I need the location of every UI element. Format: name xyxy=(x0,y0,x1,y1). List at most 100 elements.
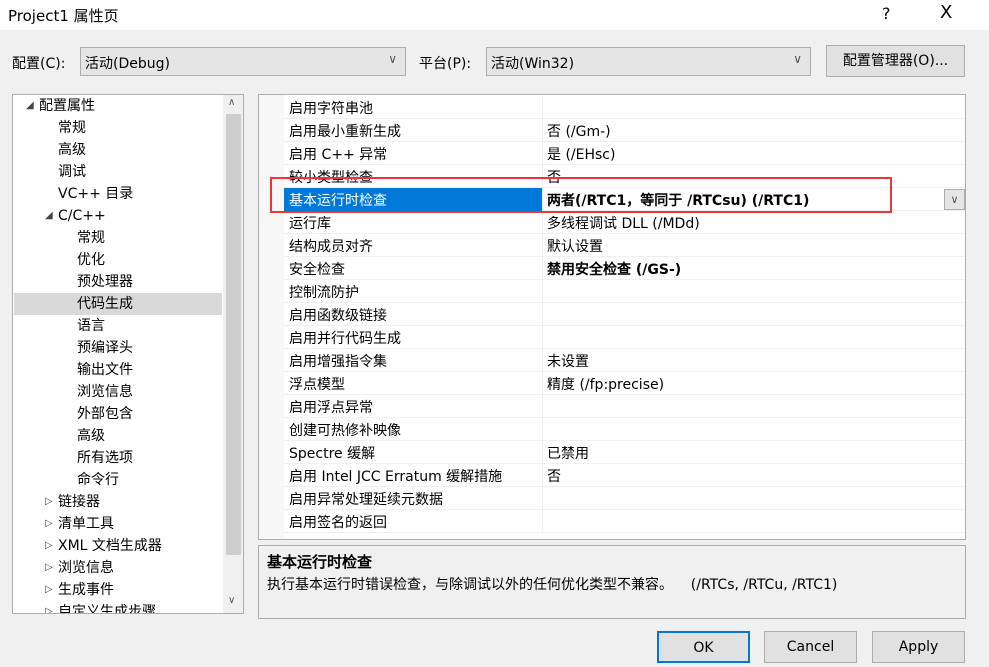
property-name: 启用异常处理延续元数据 xyxy=(289,492,443,508)
property-name: 启用函数级链接 xyxy=(289,308,387,324)
tree-item-label: 调试 xyxy=(58,164,86,180)
property-row[interactable]: 启用字符串池 xyxy=(284,96,965,119)
property-row[interactable]: 结构成员对齐 默认设置 xyxy=(284,234,965,257)
help-button[interactable]: ? xyxy=(882,4,891,23)
property-row[interactable]: 启用函数级链接 xyxy=(284,303,965,326)
collapsed-arrow-icon[interactable]: ▷ xyxy=(45,601,53,613)
property-row[interactable]: 启用异常处理延续元数据 xyxy=(284,487,965,510)
tree-item-label: 外部包含 xyxy=(77,406,133,422)
close-button[interactable]: X xyxy=(940,2,952,23)
chevron-down-icon[interactable]: ∨ xyxy=(944,189,965,210)
column-divider xyxy=(542,257,543,280)
tree-item[interactable]: ◢ 配置属性 xyxy=(14,95,222,117)
property-name: 启用签名的返回 xyxy=(289,515,387,531)
column-divider xyxy=(542,418,543,441)
tree-item[interactable]: 代码生成 xyxy=(14,293,222,315)
property-row[interactable]: 启用 C++ 异常 是 (/EHsc) xyxy=(284,142,965,165)
column-divider xyxy=(542,510,543,533)
property-row[interactable]: 安全检查 禁用安全检查 (/GS-) xyxy=(284,257,965,280)
platform-label: 平台(P): xyxy=(419,56,472,72)
property-name: 安全检查 xyxy=(289,262,345,278)
property-row[interactable]: 启用并行代码生成 xyxy=(284,326,965,349)
property-row[interactable]: 运行库 多线程调试 DLL (/MDd) xyxy=(284,211,965,234)
tree-item-label: XML 文档生成器 xyxy=(58,538,162,554)
config-dropdown[interactable]: 活动(Debug) ∨ xyxy=(80,47,406,76)
tree-item[interactable]: 浏览信息 xyxy=(14,381,222,403)
apply-button[interactable]: Apply xyxy=(872,631,965,663)
tree-item[interactable]: 语言 xyxy=(14,315,222,337)
tree-item[interactable]: 预编译头 xyxy=(14,337,222,359)
platform-value: 活动(Win32) xyxy=(491,56,575,72)
collapsed-arrow-icon[interactable]: ▷ xyxy=(45,557,53,579)
tree-item[interactable]: 所有选项 xyxy=(14,447,222,469)
scroll-up-icon[interactable]: ∧ xyxy=(228,97,235,108)
property-name: 启用浮点异常 xyxy=(289,400,373,416)
tree-item[interactable]: 预处理器 xyxy=(14,271,222,293)
tree-item-label: 命令行 xyxy=(77,472,119,488)
collapsed-arrow-icon[interactable]: ▷ xyxy=(45,491,53,513)
property-row[interactable]: 控制流防护 xyxy=(284,280,965,303)
tree-item[interactable]: 常规 xyxy=(14,227,222,249)
chevron-down-icon: ∨ xyxy=(793,52,802,66)
tree-item[interactable]: 优化 xyxy=(14,249,222,271)
property-row[interactable]: 启用 Intel JCC Erratum 缓解措施 否 xyxy=(284,464,965,487)
config-value: 活动(Debug) xyxy=(85,56,170,72)
property-value: 已禁用 xyxy=(547,446,589,462)
config-manager-button[interactable]: 配置管理器(O)... xyxy=(826,45,965,77)
tree-item[interactable]: ▷ 链接器 xyxy=(14,491,222,513)
tree-item-label: 生成事件 xyxy=(58,582,114,598)
scroll-down-icon[interactable]: ∨ xyxy=(228,595,235,606)
tree-item[interactable]: ▷ 自定义生成步骤 xyxy=(14,601,222,613)
property-name: 启用字符串池 xyxy=(289,101,373,117)
property-row[interactable]: 创建可热修补映像 xyxy=(284,418,965,441)
tree-item[interactable]: ▷ 清单工具 xyxy=(14,513,222,535)
platform-dropdown[interactable]: 活动(Win32) ∨ xyxy=(486,47,811,76)
property-row[interactable]: 浮点模型 精度 (/fp:precise) xyxy=(284,372,965,395)
tree-item[interactable]: 命令行 xyxy=(14,469,222,491)
tree-item[interactable]: 调试 xyxy=(14,161,222,183)
tree-item[interactable]: ◢ C/C++ xyxy=(14,205,222,227)
tree-item-label: C/C++ xyxy=(58,208,106,224)
collapsed-arrow-icon[interactable]: ▷ xyxy=(45,513,53,535)
tree-item-label: 代码生成 xyxy=(77,296,133,312)
expanded-arrow-icon[interactable]: ◢ xyxy=(45,205,53,227)
tree-item[interactable]: 常规 xyxy=(14,117,222,139)
description-text: 执行基本运行时错误检查，与除调试以外的任何优化类型不兼容。 (/RTCs, /R… xyxy=(267,577,838,593)
tree-item-label: VC++ 目录 xyxy=(58,186,134,202)
property-value: 未设置 xyxy=(547,354,589,370)
property-value: 否 (/Gm-) xyxy=(547,124,611,140)
column-divider xyxy=(542,349,543,372)
scrollbar-thumb[interactable] xyxy=(226,114,241,555)
property-row[interactable]: 启用最小重新生成 否 (/Gm-) xyxy=(284,119,965,142)
tree-item-label: 浏览信息 xyxy=(77,384,133,400)
cancel-button[interactable]: Cancel xyxy=(764,631,857,663)
property-value: 禁用安全检查 (/GS-) xyxy=(547,262,682,278)
window-title: Project1 属性页 xyxy=(8,7,119,25)
ok-button[interactable]: OK xyxy=(657,631,750,663)
tree-item[interactable]: VC++ 目录 xyxy=(14,183,222,205)
property-row[interactable]: 启用签名的返回 xyxy=(284,510,965,533)
collapsed-arrow-icon[interactable]: ▷ xyxy=(45,535,53,557)
tree-item[interactable]: 高级 xyxy=(14,139,222,161)
tree-item[interactable]: ▷ XML 文档生成器 xyxy=(14,535,222,557)
expanded-arrow-icon[interactable]: ◢ xyxy=(26,95,34,117)
column-divider xyxy=(542,464,543,487)
property-row[interactable]: 启用浮点异常 xyxy=(284,395,965,418)
tree-item-label: 所有选项 xyxy=(77,450,133,466)
property-value: 是 (/EHsc) xyxy=(547,147,616,163)
tree-item[interactable]: ▷ 浏览信息 xyxy=(14,557,222,579)
tree-item[interactable]: ▷ 生成事件 xyxy=(14,579,222,601)
tree-item[interactable]: 输出文件 xyxy=(14,359,222,381)
property-value: 否 xyxy=(547,469,561,485)
tree-scrollbar[interactable]: ∧ ∨ xyxy=(223,95,243,613)
property-row[interactable]: Spectre 缓解 已禁用 xyxy=(284,441,965,464)
tree-item-label: 浏览信息 xyxy=(58,560,114,576)
property-row[interactable]: 启用增强指令集 未设置 xyxy=(284,349,965,372)
tree-item[interactable]: 高级 xyxy=(14,425,222,447)
property-name: 运行库 xyxy=(289,216,331,232)
tree-item[interactable]: 外部包含 xyxy=(14,403,222,425)
tree-item-label: 常规 xyxy=(77,230,105,246)
collapsed-arrow-icon[interactable]: ▷ xyxy=(45,579,53,601)
title-bar xyxy=(0,0,989,30)
property-grid: 启用字符串池启用最小重新生成 否 (/Gm-) 启用 C++ 异常 是 (/EHsc)… xyxy=(258,94,966,540)
